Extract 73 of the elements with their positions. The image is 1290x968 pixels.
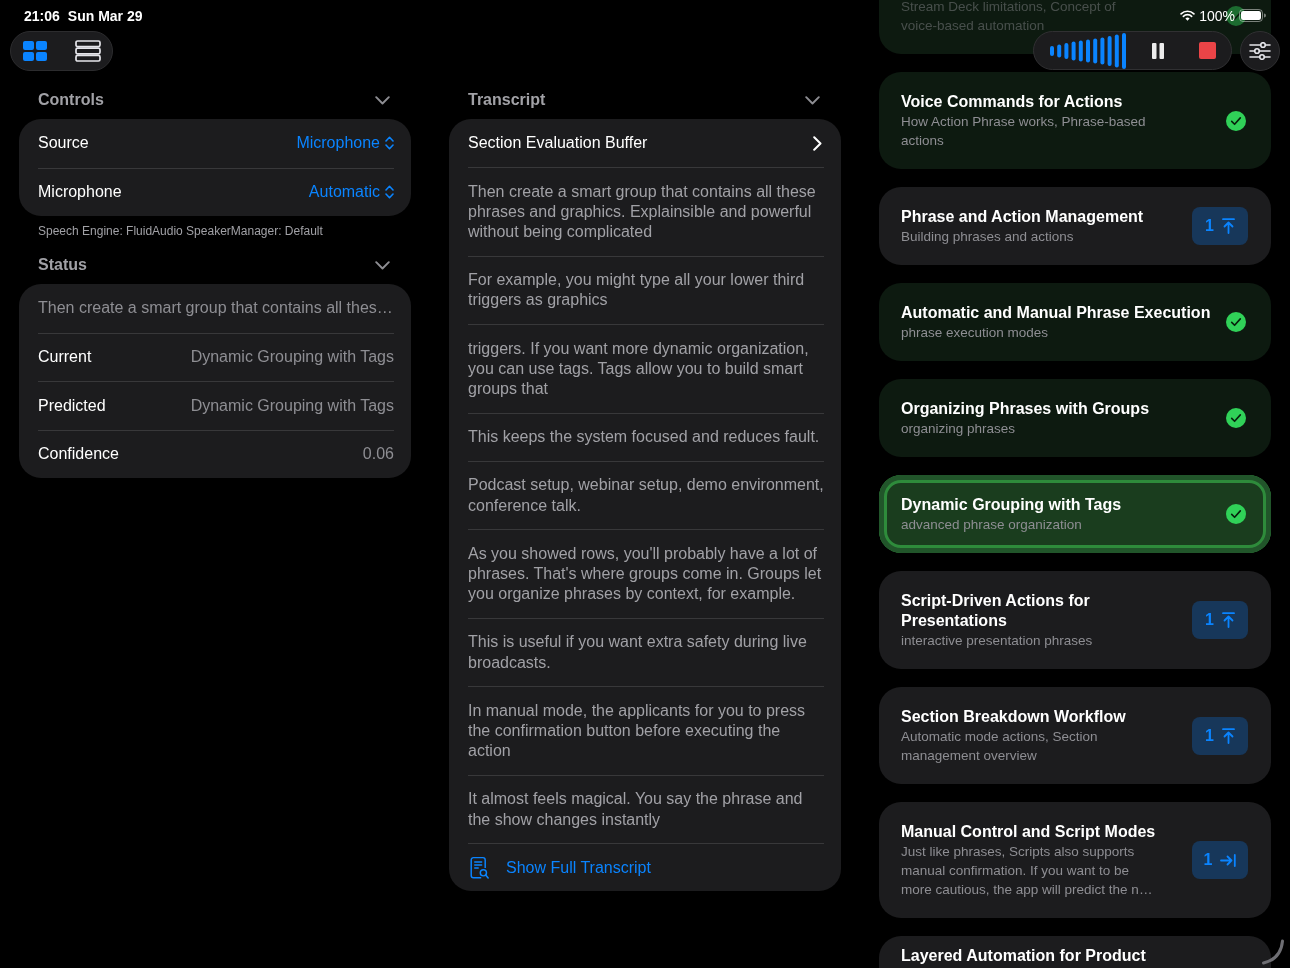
row-value: 0.06 — [362, 445, 394, 464]
footnote-text: Speech Engine: FluidAudio SpeakerManager: Default — [38, 224, 324, 238]
arrow-up-to-bar-icon — [1221, 612, 1235, 628]
row-label: Predicted — [38, 396, 106, 415]
section-subtitle: interactive presentation phrases — [901, 631, 1094, 650]
status-date: Sun Mar 29 — [67, 7, 143, 24]
transcript-segment: As you showed rows, you'll probably have a lot of phrases. That's where groups come in. Groups let you organize phrases by context, for example. — [468, 529, 824, 618]
collapse-header[interactable]: Status — [19, 253, 411, 277]
section-card[interactable]: Organizing Phrases with Groups organizing phrases — [879, 379, 1271, 457]
list-icon — [75, 40, 102, 62]
section-card[interactable]: Section Breakdown Workflow Automatic mode actions, Section management overview 1 — [879, 687, 1271, 784]
grid-icon — [22, 41, 47, 61]
section-card[interactable]: Dynamic Grouping with Tags advanced phrase organization — [879, 475, 1271, 553]
section-subtitle: Building phrases and actions — [901, 227, 1075, 246]
section-card[interactable]: Automatic and Manual Phrase Execution phrase execution modes — [879, 283, 1271, 361]
section-title: Phrase and Action Management — [901, 206, 1145, 227]
chevron-right-icon — [813, 135, 822, 151]
section-subtitle: Stream Deck limitations, Concept of voice-based automation — [901, 0, 1117, 35]
section-card[interactable]: Manual Control and Script Modes Just like phrases, Scripts also supports manual confirmation. If you want to be more cautious, the app will predict the n… 1 — [879, 802, 1271, 918]
up-down-chevron-icon — [385, 136, 394, 151]
transcript-segment: In manual mode, the applicants for you to press the confirmation button before executing the action — [468, 686, 824, 775]
transcript-segment: For example, you might type all your lower third triggers as graphics — [468, 255, 824, 324]
section-subtitle: phrase execution modes — [901, 323, 1050, 342]
sliders-icon — [1249, 42, 1271, 60]
up-down-chevron-icon — [385, 185, 394, 200]
row-label: Source — [38, 134, 89, 153]
section-card[interactable]: Script-Driven Actions for Presentations interactive presentation phrases 1 — [879, 571, 1271, 669]
section-title: Voice Commands for Actions — [901, 91, 1124, 112]
section-card[interactable]: Phrase and Action Management Building phrases and actions 1 — [879, 187, 1271, 265]
collapse-header[interactable]: Transcript — [449, 88, 841, 112]
transcript-segment: This keeps the system focused and reduces fault. — [468, 412, 824, 461]
document-search-icon — [470, 855, 489, 880]
section-title: Dynamic Grouping with Tags — [901, 494, 1123, 515]
section-card[interactable]: Voice Commands for Actions How Action Phrase works, Phrase-based actions — [879, 72, 1271, 169]
section-title: Manual Control and Script Modes — [901, 821, 1157, 842]
section-subtitle: Automatic mode actions, Section management overview — [901, 727, 1099, 765]
transcript-segment: Then create a smart group that contains all these phrases and graphics. Explainsible and powerful without being complicated — [468, 167, 824, 256]
status-time: 21:06 — [24, 7, 60, 24]
section-card[interactable]: Layered Automation for Product — [879, 936, 1271, 968]
section-title: Automatic and Manual Phrase Execution — [901, 302, 1212, 323]
section-title: Script-Driven Actions for Presentations — [901, 590, 1091, 631]
transcript-segment: Podcast setup, webinar setup, demo environment, conference talk. — [468, 460, 824, 530]
transcript-segment: This is useful if you want extra safety during live broadcasts. — [468, 617, 824, 687]
arrow-up-to-bar-icon — [1221, 727, 1235, 744]
show-transcript-link[interactable]: Show Full Transcript — [468, 855, 651, 880]
battery-percent: 100% — [1199, 7, 1235, 24]
battery-icon — [1239, 9, 1266, 22]
collapse-header[interactable]: Controls — [19, 88, 411, 112]
scroll-indicator-icon — [1261, 939, 1285, 965]
section-title: Section Breakdown Workflow — [901, 706, 1127, 727]
buffer-link[interactable]: Section Evaluation Buffer — [468, 119, 824, 167]
arrow-up-to-bar-icon — [1221, 218, 1235, 234]
stop-icon — [1198, 42, 1216, 59]
audio-waveform-icon — [1050, 32, 1126, 69]
status-summary: Then create a smart group that contains all thes… — [38, 299, 393, 318]
row-value: Dynamic Grouping with Tags — [190, 396, 394, 415]
row-label: Microphone — [38, 183, 122, 202]
transcript-segment: It almost feels magical. You say the phrase and the show changes instantly — [468, 774, 824, 844]
wifi-icon — [1180, 10, 1196, 21]
section-title: Layered Automation for Product — [901, 946, 1147, 966]
row-label: Current — [38, 348, 92, 367]
picker-button[interactable]: Automatic — [308, 183, 394, 202]
row-value: Dynamic Grouping with Tags — [190, 348, 394, 367]
section-subtitle: advanced phrase organization — [901, 515, 1083, 534]
row-label: Confidence — [38, 445, 119, 464]
picker-button[interactable]: Microphone — [296, 134, 394, 153]
section-subtitle: organizing phrases — [901, 419, 1017, 438]
section-subtitle: How Action Phrase works, Phrase-based actions — [901, 112, 1147, 150]
settings-button[interactable] — [1240, 31, 1280, 71]
arrow-right-to-bar-icon — [1220, 853, 1237, 867]
transcript-segment: triggers. If you want more dynamic organization, you can use tags. Tags allow you to build smart groups that — [468, 324, 824, 413]
section-title: Organizing Phrases with Groups — [901, 398, 1151, 419]
section-subtitle: Just like phrases, Scripts also supports manual confirmation. If you want to be more cautious, the app will predict the n… — [901, 842, 1154, 899]
